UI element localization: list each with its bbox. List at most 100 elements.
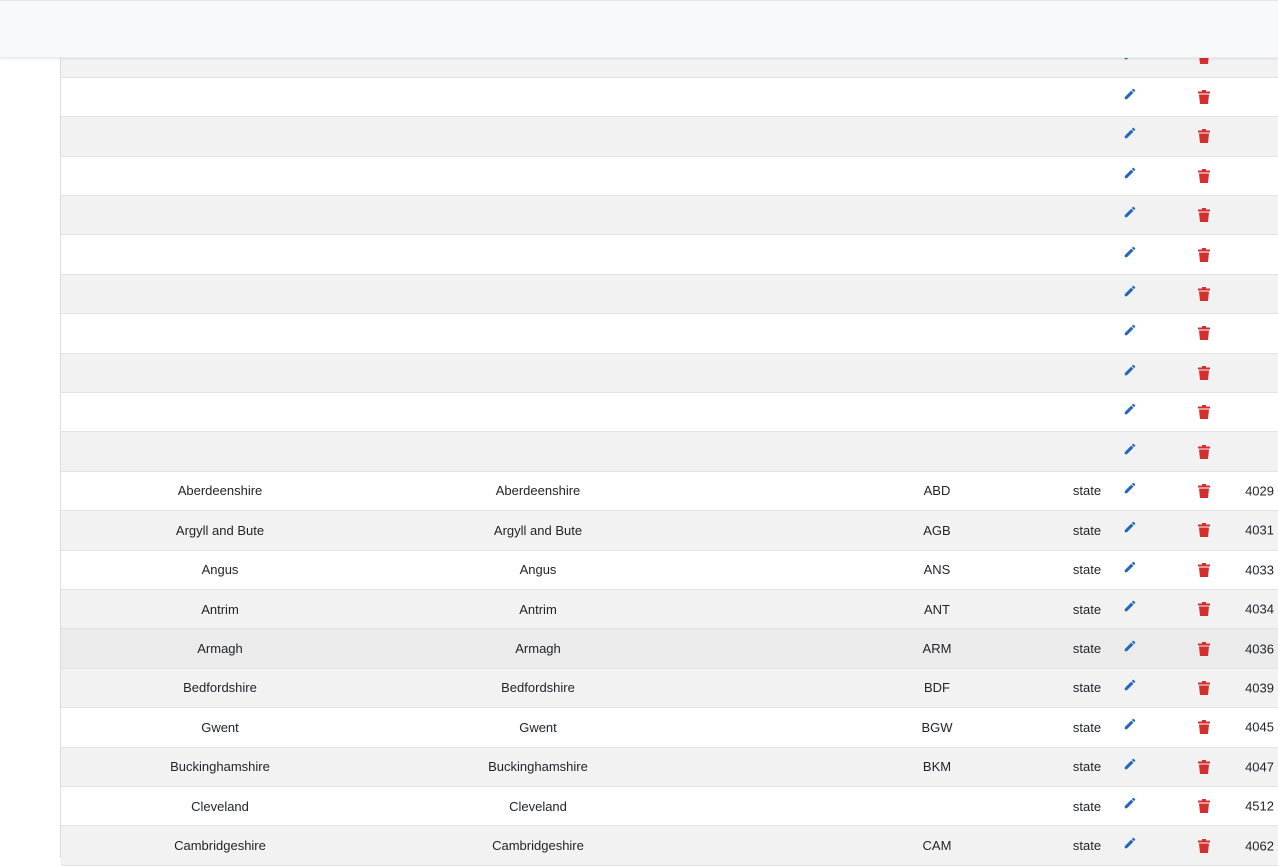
- delete-button[interactable]: [1193, 86, 1215, 108]
- cell-edit: [1117, 668, 1177, 709]
- cell-id: [1273, 431, 1278, 472]
- table-row[interactable]: Angus Angus ANS state 4033: [61, 550, 1278, 590]
- table-row[interactable]: Argyll and Bute Argyll and Bute AGB stat…: [61, 510, 1278, 551]
- cell-name: Bedfordshire: [61, 668, 379, 709]
- table-row[interactable]: [61, 431, 1278, 472]
- cell-spacer: [697, 707, 899, 748]
- delete-button[interactable]: [1193, 283, 1215, 305]
- cell-spacer: [697, 747, 899, 787]
- edit-button[interactable]: [1119, 713, 1141, 735]
- delete-button[interactable]: [1193, 598, 1215, 620]
- pencil-icon: [1124, 88, 1136, 100]
- edit-button[interactable]: [1119, 516, 1141, 538]
- delete-button[interactable]: [1193, 756, 1215, 778]
- state-id: 4512: [1245, 798, 1274, 814]
- cell-delete: [1177, 234, 1273, 275]
- pencil-icon: [1124, 640, 1136, 651]
- delete-button[interactable]: [1193, 322, 1215, 344]
- delete-button[interactable]: [1193, 480, 1215, 502]
- delete-button[interactable]: [1193, 677, 1215, 699]
- delete-button[interactable]: [1193, 125, 1215, 147]
- table-row[interactable]: [61, 116, 1278, 157]
- edit-button[interactable]: [1119, 280, 1141, 302]
- table-row[interactable]: [61, 392, 1278, 433]
- state-name: Gwent: [201, 719, 239, 735]
- cell-type: [975, 313, 1117, 354]
- edit-button[interactable]: [1119, 753, 1141, 775]
- cell-spacer: [697, 234, 899, 275]
- table-row[interactable]: [61, 77, 1278, 118]
- cell-edit: [1117, 628, 1177, 669]
- cell-label: [379, 234, 697, 275]
- table-row[interactable]: [61, 156, 1278, 197]
- edit-button[interactable]: [1119, 83, 1141, 105]
- delete-button[interactable]: [1193, 795, 1215, 817]
- delete-button[interactable]: [1193, 835, 1215, 857]
- cell-label: [379, 353, 697, 394]
- cell-code: [899, 77, 975, 118]
- cell-edit: [1117, 825, 1177, 866]
- cell-code: [899, 195, 975, 236]
- edit-button[interactable]: [1119, 556, 1141, 578]
- state-label: Gwent: [519, 719, 557, 735]
- cell-type: [975, 77, 1117, 118]
- table-row[interactable]: Cleveland Cleveland state 4512: [61, 786, 1278, 827]
- cell-delete: [1177, 77, 1273, 118]
- edit-button[interactable]: [1119, 241, 1141, 263]
- edit-button[interactable]: [1119, 359, 1141, 381]
- cell-name: [61, 195, 379, 236]
- table-row[interactable]: Gwent Gwent BGW state 4045: [61, 707, 1278, 748]
- cell-edit: [1117, 392, 1177, 433]
- delete-button[interactable]: [1193, 244, 1215, 266]
- trash-icon: [1198, 287, 1210, 302]
- edit-button[interactable]: [1119, 595, 1141, 617]
- pencil-icon: [1124, 206, 1136, 218]
- state-id: 4031: [1245, 522, 1274, 538]
- cell-code: CAM: [899, 825, 975, 866]
- pencil-icon: [1124, 679, 1136, 691]
- edit-button[interactable]: [1119, 832, 1141, 854]
- cell-id: [1273, 156, 1278, 197]
- delete-button[interactable]: [1193, 519, 1215, 541]
- table-row[interactable]: Aberdeenshire Aberdeenshire ABD state 40…: [61, 471, 1278, 512]
- table-row[interactable]: Armagh Armagh ARM state 4036: [61, 628, 1278, 669]
- edit-button[interactable]: [1119, 162, 1141, 184]
- delete-button[interactable]: [1193, 362, 1215, 384]
- delete-button[interactable]: [1193, 716, 1215, 738]
- table-row[interactable]: [61, 195, 1278, 236]
- cell-code: BKM: [899, 747, 975, 787]
- delete-button[interactable]: [1193, 441, 1215, 463]
- table-row[interactable]: Cambridgeshire Cambridgeshire CAM state …: [61, 825, 1278, 866]
- table-row[interactable]: [61, 234, 1278, 275]
- table-row[interactable]: Antrim Antrim ANT state 4034: [61, 589, 1278, 630]
- delete-button[interactable]: [1193, 401, 1215, 423]
- edit-button[interactable]: [1119, 398, 1141, 420]
- table-row[interactable]: [61, 274, 1278, 315]
- cell-label: Gwent: [379, 707, 697, 748]
- table-row[interactable]: Buckinghamshire Buckinghamshire BKM stat…: [61, 747, 1278, 787]
- cell-id: 4036: [1245, 628, 1278, 669]
- table-row[interactable]: [61, 313, 1278, 354]
- cell-id: 4033: [1245, 550, 1278, 590]
- cell-edit: [1117, 116, 1177, 157]
- pencil-icon: [1124, 837, 1136, 848]
- cell-label: Buckinghamshire: [379, 747, 697, 787]
- edit-button[interactable]: [1119, 792, 1141, 814]
- edit-button[interactable]: [1119, 438, 1141, 460]
- table-row[interactable]: Bedfordshire Bedfordshire BDF state 4039: [61, 668, 1278, 709]
- edit-button[interactable]: [1119, 201, 1141, 223]
- pencil-icon: [1124, 167, 1136, 179]
- delete-button[interactable]: [1193, 165, 1215, 187]
- cell-id: [1273, 392, 1278, 433]
- edit-button[interactable]: [1119, 319, 1141, 341]
- edit-button[interactable]: [1119, 122, 1141, 144]
- delete-button[interactable]: [1193, 638, 1215, 660]
- edit-button[interactable]: [1119, 635, 1141, 657]
- state-type: state: [1072, 641, 1102, 657]
- delete-button[interactable]: [1193, 559, 1215, 581]
- cell-type: [975, 431, 1117, 472]
- edit-button[interactable]: [1119, 477, 1141, 499]
- table-row[interactable]: [61, 353, 1278, 394]
- edit-button[interactable]: [1119, 674, 1141, 696]
- delete-button[interactable]: [1193, 204, 1215, 226]
